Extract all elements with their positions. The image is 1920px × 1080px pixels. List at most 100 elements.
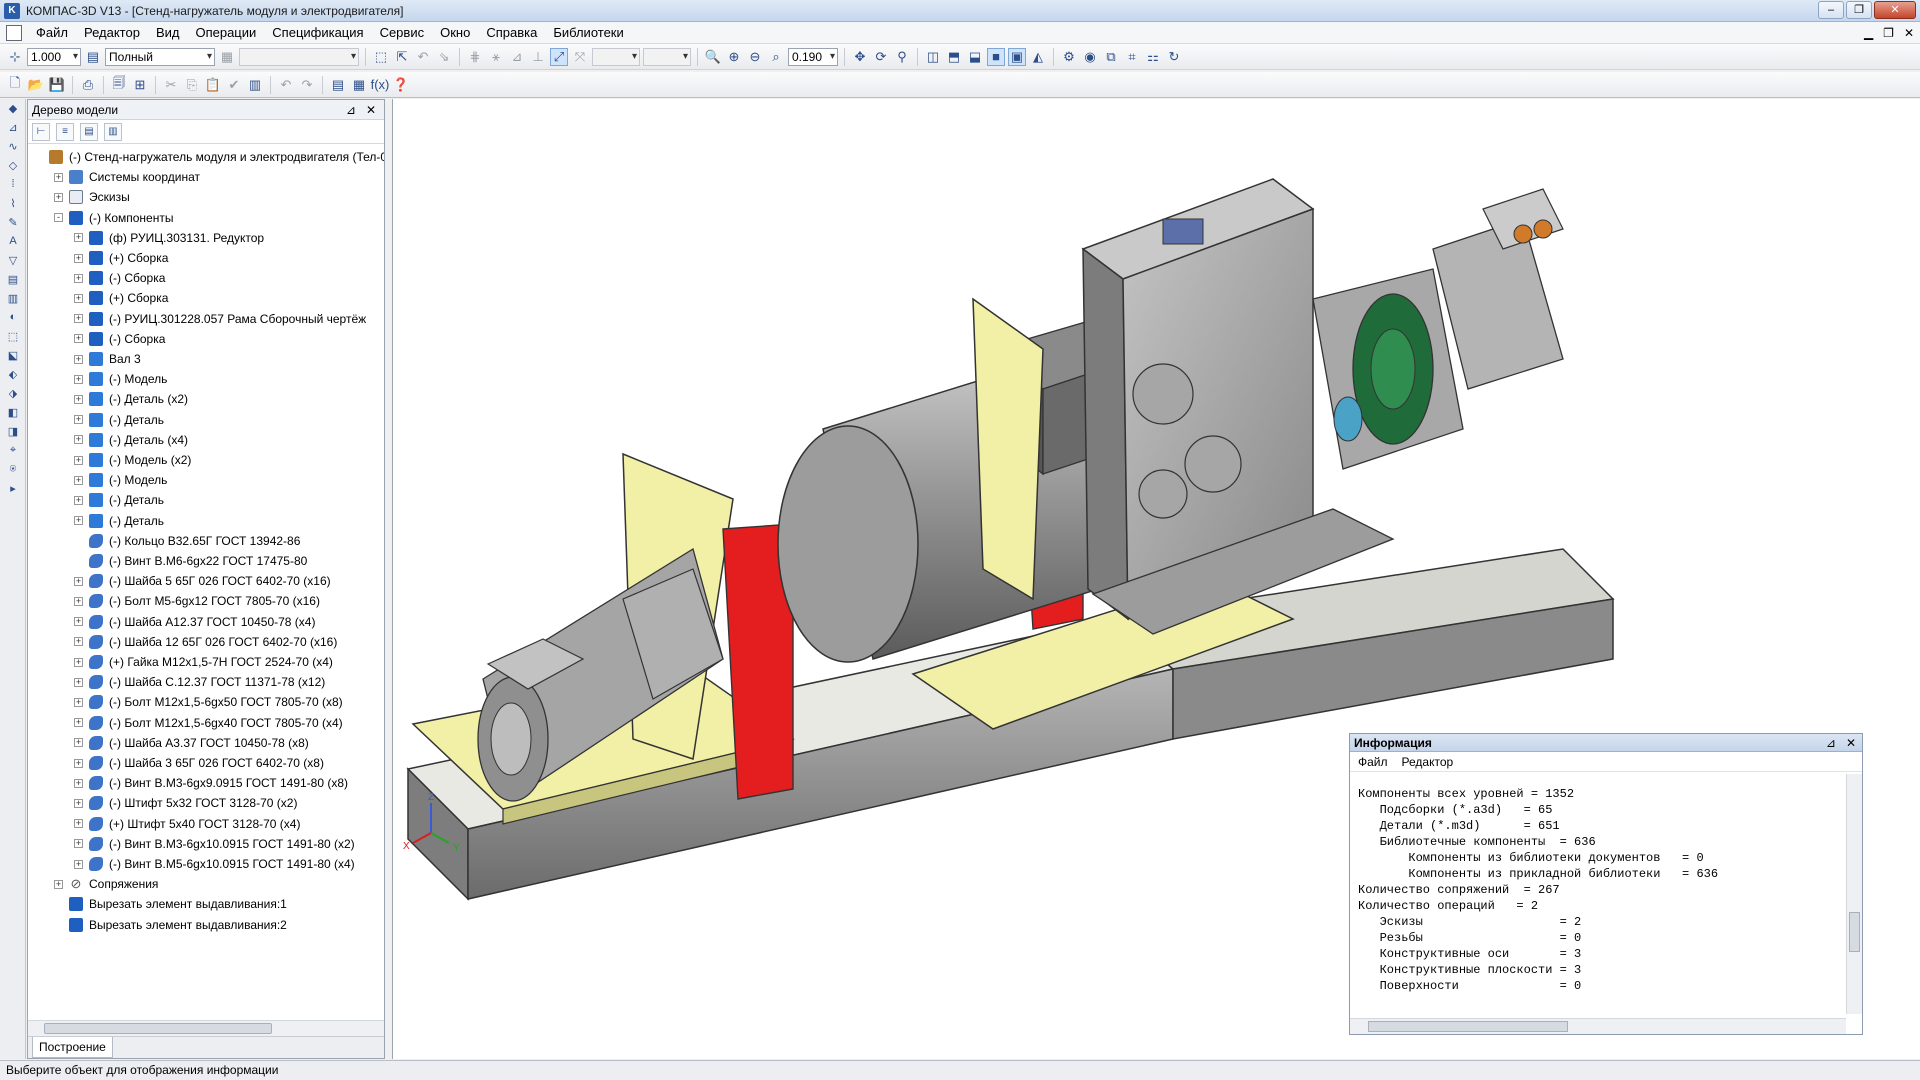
sheet-metal-icon[interactable]: ⬚ [4, 330, 22, 346]
perspective-icon[interactable]: ◭ [1029, 48, 1047, 66]
expand-icon[interactable]: + [74, 455, 83, 465]
expand-icon[interactable]: + [74, 354, 83, 364]
report-tool-icon[interactable]: ▥ [4, 292, 22, 308]
tree-row[interactable]: + (-) Деталь [74, 412, 164, 428]
arrays-icon[interactable]: ⁞ [4, 178, 22, 194]
scale-combo[interactable]: 1.000 [27, 47, 81, 66]
tree-row[interactable]: + (-) Винт В.М3-6gx10.0915 ГОСТ 1491-80 (… [74, 836, 355, 852]
standard-parts-icon[interactable]: ◨ [4, 425, 22, 441]
tree-close-icon[interactable]: ✕ [366, 103, 376, 117]
hidden-lines-icon[interactable]: ⬒ [945, 48, 963, 66]
mdi-close-icon[interactable]: ✕ [1904, 26, 1914, 40]
zoom-scale-icon[interactable]: ⌕ [767, 48, 785, 66]
coord-x-field[interactable] [592, 47, 640, 66]
shaded-icon[interactable]: ■ [987, 47, 1005, 66]
expand-icon[interactable]: + [54, 192, 63, 202]
save-icon[interactable]: 💾 [48, 76, 66, 94]
expand-icon[interactable]: + [74, 293, 83, 303]
zoom-in-icon[interactable]: ⊕ [725, 48, 743, 66]
tree-row[interactable]: + (-) Шайба 12 65Г 026 ГОСТ 6402-70 (x16) [74, 634, 337, 650]
edit-details-icon[interactable]: ◆ [4, 102, 22, 118]
expand-icon[interactable]: + [74, 758, 83, 768]
move-component-icon[interactable]: ⇱ [393, 48, 411, 66]
diagnostics-icon[interactable]: ✎ [4, 216, 22, 232]
tree-row[interactable]: + (-) Деталь [74, 513, 164, 529]
preview-icon[interactable]: 🗐 [110, 75, 128, 94]
view-mode-combo[interactable]: Полный [105, 47, 215, 66]
pipeline-icon[interactable]: ⬖ [4, 368, 22, 384]
expand-icon[interactable]: + [74, 798, 83, 808]
expand-icon[interactable]: + [74, 415, 83, 425]
expand-icon[interactable]: + [74, 839, 83, 849]
tree-row[interactable]: + (-) Винт В.М3-6gx9.0915 ГОСТ 1491-80 (x… [74, 775, 348, 791]
measure-tool-icon[interactable]: A [4, 235, 22, 251]
expand-icon[interactable]: + [74, 637, 83, 647]
layer-icon[interactable]: ▤ [84, 48, 102, 66]
shaded-edges-icon[interactable]: ▣ [1008, 47, 1026, 66]
tree-row[interactable]: + (-) Штифт 5x32 ГОСТ 3128-70 (x2) [74, 795, 297, 811]
expand-icon[interactable]: + [54, 879, 63, 889]
properties-panel-icon[interactable]: ▦ [350, 76, 368, 94]
weld-icon[interactable]: ⬕ [4, 349, 22, 365]
menu-window[interactable]: Окно [432, 25, 478, 40]
menu-view[interactable]: Вид [148, 25, 188, 40]
coord-y-field[interactable] [643, 47, 691, 66]
tree-row[interactable]: + (-) Модель (x2) [74, 452, 191, 468]
state-combo[interactable] [239, 47, 359, 66]
filters-tool-icon[interactable]: ▽ [4, 254, 22, 270]
tree-row[interactable]: + (-) Шайба А3.37 ГОСТ 10450-78 (x8) [74, 735, 309, 751]
wireframe-icon[interactable]: ◫ [924, 48, 942, 66]
tree-view-mode-icon[interactable]: ≡ [56, 122, 74, 141]
tree-row[interactable]: + Вал 3 [74, 351, 141, 367]
tree-row[interactable]: + Системы координат [54, 169, 200, 185]
more-tools-icon[interactable]: ▸ [4, 482, 22, 498]
tree-row[interactable]: + (-) Сборка [74, 270, 165, 286]
zoom-combo[interactable]: 0.190 [788, 47, 838, 66]
tree-row[interactable]: - (-) Компоненты [54, 210, 173, 226]
tree-row[interactable]: Вырезать элемент выдавливания:2 [54, 917, 287, 933]
mates-tool-icon[interactable]: ⌇ [4, 197, 22, 213]
expand-icon[interactable]: + [74, 657, 83, 667]
tree-row[interactable]: + (-) Модель [74, 472, 167, 488]
rotate-icon[interactable]: ⟳ [872, 48, 890, 66]
maximize-button[interactable]: ❐ [1846, 1, 1872, 19]
tree-horizontal-scrollbar[interactable] [28, 1020, 384, 1036]
grid-icon[interactable]: ⋕ [466, 48, 484, 66]
variables-icon[interactable]: f(x) [371, 76, 390, 94]
info-menu-file[interactable]: Файл [1358, 755, 1388, 769]
help-icon[interactable]: ❓ [392, 76, 410, 94]
tree-settings-icon[interactable]: ▥ [104, 122, 122, 141]
assembly-tool-icon[interactable]: ◧ [4, 406, 22, 422]
tree-row[interactable]: + (-) РУИЦ.301228.057 Рама Сборочный черт… [74, 311, 366, 327]
open-document-icon[interactable]: 📂 [27, 76, 45, 94]
expand-icon[interactable]: + [74, 859, 83, 869]
tree-row[interactable]: + (+) Сборка [74, 250, 168, 266]
tree-row[interactable]: + (-) Шайба 5 65Г 026 ГОСТ 6402-70 (x16) [74, 573, 331, 589]
state-icon[interactable]: ▦ [218, 48, 236, 66]
tree-filter-icon[interactable]: ▤ [80, 122, 98, 141]
tree-structure-icon[interactable]: ⊢ [32, 122, 50, 141]
elements-tool-icon[interactable]: ◐ [4, 311, 22, 327]
menu-specification[interactable]: Спецификация [264, 25, 371, 40]
aux-geometry-icon[interactable]: ⊿ [4, 121, 22, 137]
tree-row[interactable]: (-) Стенд-нагружатель модуля и электродв… [34, 149, 384, 165]
collapse-icon[interactable]: - [54, 213, 63, 223]
scroll-thumb[interactable] [44, 1023, 272, 1034]
cables-icon[interactable]: ⬗ [4, 387, 22, 403]
scroll-thumb[interactable] [1849, 912, 1860, 952]
tree-row[interactable]: + (-) Шайба А12.37 ГОСТ 10450-78 (x4) [74, 614, 315, 630]
tree-row[interactable]: + (-) Модель [74, 371, 167, 387]
section-icon[interactable]: ⧉ [1102, 48, 1120, 66]
info-close-icon[interactable]: ✕ [1846, 736, 1856, 750]
tree-row[interactable]: + (-) Деталь (x2) [74, 391, 188, 407]
cursor-snap-icon[interactable]: ⤧ [571, 48, 589, 66]
pin-icon[interactable]: ⊿ [346, 103, 356, 117]
tree-row[interactable]: + (ф) РУИЦ.303131. Редуктор [74, 230, 264, 246]
menu-help[interactable]: Справка [478, 25, 545, 40]
zoom-window-icon[interactable]: 🔍 [704, 48, 722, 66]
document-icon[interactable] [6, 24, 22, 41]
scroll-thumb[interactable] [1368, 1021, 1568, 1032]
local-cs-icon[interactable]: ⊹ [6, 48, 24, 66]
expand-icon[interactable]: + [74, 394, 83, 404]
thin-lines-icon[interactable]: ⬓ [966, 48, 984, 66]
